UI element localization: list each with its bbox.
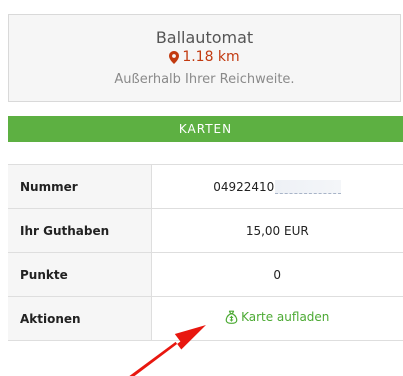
card-details-table: Nummer 04922410 Ihr Guthaben 15,00 EUR P… <box>8 164 403 341</box>
red-arrow-annotation <box>120 320 220 376</box>
top-up-card-label: Karte aufladen <box>241 310 330 324</box>
row-label-balance: Ihr Guthaben <box>8 208 152 253</box>
money-bag-icon <box>225 310 238 324</box>
card-number: 04922410 <box>213 179 275 194</box>
table-row: Ihr Guthaben 15,00 EUR <box>8 208 403 253</box>
location-name: Ballautomat <box>155 28 254 47</box>
distance-value: 1.18 km <box>182 49 240 65</box>
row-value-number: 04922410 <box>151 164 403 209</box>
range-status: Außerhalb Ihrer Reichweite. <box>114 72 295 87</box>
location-card: Ballautomat 1.18 km Außerhalb Ihrer Reic… <box>8 14 401 102</box>
location-distance: 1.18 km <box>9 49 400 66</box>
map-marker-icon <box>169 51 180 64</box>
row-value-points: 0 <box>151 252 403 297</box>
top-up-card-link[interactable]: Karte aufladen <box>225 310 329 324</box>
row-value-balance: 15,00 EUR <box>151 208 403 253</box>
cards-section-header: KARTEN <box>8 116 403 142</box>
row-label-points: Punkte <box>8 252 152 297</box>
table-row: Nummer 04922410 <box>8 164 403 209</box>
row-label-number: Nummer <box>8 164 152 209</box>
card-number-redaction <box>275 179 342 194</box>
table-row: Punkte 0 <box>8 252 403 297</box>
page: Ballautomat 1.18 km Außerhalb Ihrer Reic… <box>0 0 403 376</box>
